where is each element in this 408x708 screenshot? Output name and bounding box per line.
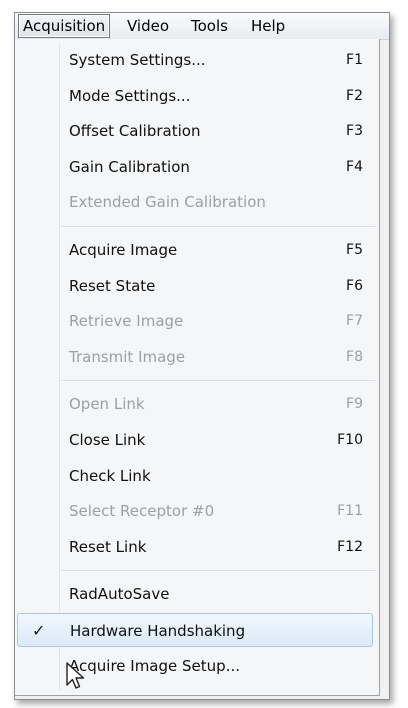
menu-item-label: System Settings... — [69, 51, 206, 69]
menu-item-label: Reset Link — [69, 537, 147, 556]
menu-item-shortcut: F7 — [346, 313, 363, 330]
menu-item-shortcut: F11 — [337, 503, 363, 520]
menu-item-label: RadAutoSave — [69, 585, 170, 604]
menu-item-reset-state[interactable]: Reset State F6 — [15, 269, 377, 303]
menu-separator — [61, 380, 375, 383]
menu-item-shortcut: F10 — [337, 432, 363, 448]
checkmark-icon: ✓ — [32, 621, 46, 640]
menu-item-close-link[interactable]: Close Link F10 — [15, 423, 377, 457]
menu-item-offset-calibration[interactable]: Offset Calibration F3 — [15, 114, 377, 148]
menu-item-acquire-image[interactable]: Acquire Image F5 — [15, 233, 377, 267]
menu-item-label: Check Link — [69, 466, 151, 485]
menu-item-label: Acquire Image — [69, 241, 178, 259]
menu-item-select-receptor-0: Select Receptor #0 F11 — [15, 494, 377, 528]
menu-item-shortcut: F5 — [346, 242, 363, 258]
menu-item-label: Mode Settings... — [69, 86, 191, 105]
menu-item-extended-gain-calibration: Extended Gain Calibration — [15, 185, 377, 219]
menu-item-shortcut: F1 — [346, 52, 363, 68]
menu-item-label: Acquire Image Setup... — [69, 656, 240, 675]
menu-tools[interactable]: Tools — [191, 15, 228, 37]
menu-item-label: Extended Gain Calibration — [69, 193, 266, 212]
menu-item-shortcut: F4 — [346, 158, 363, 175]
menu-item-shortcut: F9 — [346, 396, 363, 413]
menu-item-check-link[interactable]: Check Link — [15, 459, 377, 493]
menu-item-shortcut: F12 — [337, 538, 363, 555]
menu-item-radautosave[interactable]: RadAutoSave — [15, 577, 377, 611]
menu-item-label: Open Link — [69, 395, 145, 414]
menu-item-shortcut: F2 — [346, 87, 363, 104]
menu-item-shortcut: F8 — [346, 348, 363, 365]
menu-item-reset-link[interactable]: Reset Link F12 — [15, 530, 377, 564]
menu-video[interactable]: Video — [127, 15, 169, 37]
menu-item-gain-calibration[interactable]: Gain Calibration F4 — [15, 150, 377, 184]
window-frame: Acquisition Video Tools Help System Sett… — [14, 12, 390, 700]
menu-item-shortcut: F3 — [346, 123, 363, 140]
menu-item-shortcut: F6 — [346, 277, 363, 294]
menu-separator — [61, 226, 375, 228]
mouse-cursor-icon — [66, 662, 85, 689]
menu-item-label: Select Receptor #0 — [69, 502, 215, 521]
menu-item-transmit-image: Transmit Image F8 — [15, 340, 377, 374]
menu-bar: Acquisition Video Tools Help — [15, 13, 389, 40]
menu-item-label: Close Link — [69, 431, 146, 449]
menu-item-label: Offset Calibration — [69, 122, 201, 141]
menu-item-open-link: Open Link F9 — [15, 387, 377, 421]
menu-item-hardware-handshaking[interactable]: ✓ Hardware Handshaking — [17, 613, 373, 647]
menu-item-mode-settings[interactable]: Mode Settings... F2 — [15, 79, 377, 113]
menu-help[interactable]: Help — [251, 15, 285, 37]
menu-item-label: Hardware Handshaking — [70, 622, 246, 640]
acquisition-dropdown-menu: System Settings... F1 Mode Settings... F2 Of… — [15, 39, 380, 696]
menu-item-label: Transmit Image — [69, 347, 186, 366]
menu-item-label: Retrieve Image — [69, 312, 184, 331]
menu-separator — [61, 570, 375, 573]
menu-item-system-settings[interactable]: System Settings... F1 — [15, 43, 377, 77]
menu-item-retrieve-image: Retrieve Image F7 — [15, 304, 377, 338]
menu-acquisition[interactable]: Acquisition — [18, 14, 111, 38]
menu-item-label: Reset State — [69, 276, 156, 295]
menu-item-label: Gain Calibration — [69, 157, 190, 176]
